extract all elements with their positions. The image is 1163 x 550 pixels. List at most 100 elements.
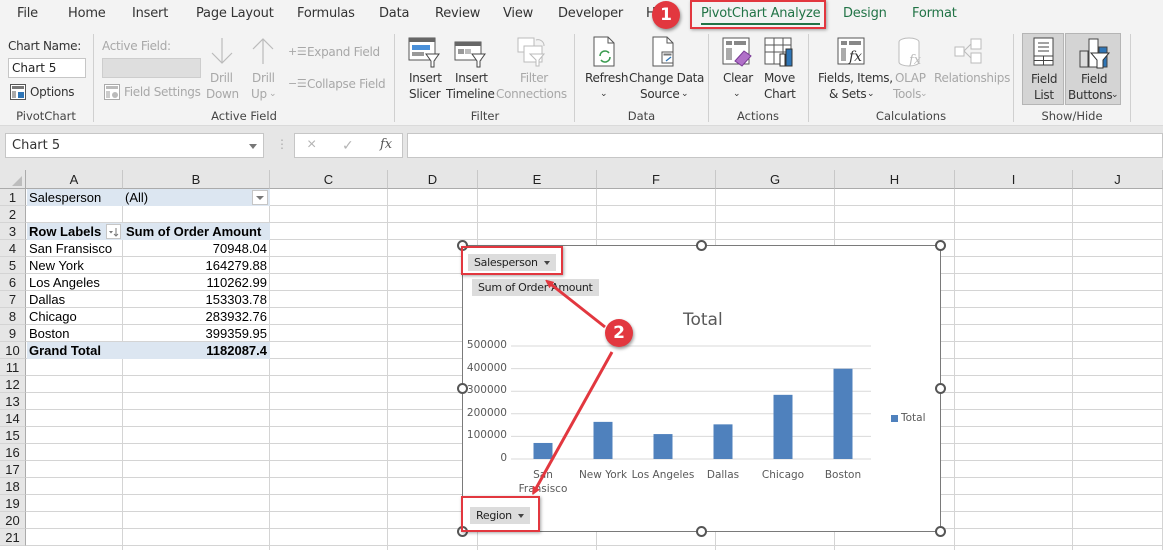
field-list-button[interactable]: Field List [1022, 33, 1064, 105]
column-header-c[interactable]: C [270, 170, 388, 189]
tab-developer[interactable]: Developer [558, 6, 623, 21]
relationships-button[interactable]: Relationships [933, 36, 1010, 102]
chart-legend[interactable]: Total [891, 412, 926, 424]
insert-function-icon[interactable]: fx [380, 137, 392, 152]
pivot-row-value: 153303.78 [205, 292, 267, 307]
cancel-icon[interactable]: × [307, 136, 316, 154]
resize-handle-top[interactable] [696, 240, 707, 251]
row-header-15[interactable]: 15 [0, 427, 26, 444]
tab-home[interactable]: Home [68, 6, 106, 21]
row-header-5[interactable]: 5 [0, 257, 26, 274]
insert-timeline-button[interactable]: Insert Timeline [446, 36, 495, 102]
bar-dallas[interactable] [713, 424, 733, 459]
tab-page-layout[interactable]: Page Layout [196, 6, 274, 21]
column-header-f[interactable]: F [597, 170, 716, 189]
bar-los-angeles[interactable] [653, 434, 673, 459]
active-field-input[interactable] [102, 58, 201, 78]
column-header-d[interactable]: D [388, 170, 478, 189]
row-header-20[interactable]: 20 [0, 512, 26, 529]
change-data-source-button[interactable]: Change Data Source ⌄ [628, 36, 704, 102]
row-header-2[interactable]: 2 [0, 206, 26, 223]
annotation-box-salesperson [461, 246, 563, 275]
column-header-g[interactable]: G [716, 170, 835, 189]
y-tick-label: 500000 [466, 339, 507, 351]
resize-handle-left[interactable] [457, 383, 468, 394]
tab-design[interactable]: Design [843, 6, 887, 21]
row-header-19[interactable]: 19 [0, 495, 26, 512]
name-box-dropdown-icon[interactable] [249, 144, 257, 149]
resize-handle-top-right[interactable] [935, 240, 946, 251]
filter-connections-button[interactable]: Filter Connections [496, 36, 567, 102]
drill-up-button[interactable]: Drill Up ⌄ [246, 36, 280, 102]
column-header-i[interactable]: I [955, 170, 1073, 189]
formula-input[interactable] [407, 133, 1163, 158]
bar-boston[interactable] [833, 368, 853, 459]
gridline-vertical [954, 189, 955, 550]
resize-handle-bottom[interactable] [696, 526, 707, 537]
column-header-a[interactable]: A [26, 170, 123, 189]
tab-file[interactable]: File [17, 6, 38, 21]
row-header-8[interactable]: 8 [0, 308, 26, 325]
pivot-row-label: Chicago [29, 309, 77, 324]
annotation-box-region [461, 496, 540, 532]
field-list-icon [1033, 37, 1054, 66]
y-tick-label: 200000 [466, 406, 507, 419]
pivot-filter-dropdown[interactable] [252, 190, 268, 205]
row-header-12[interactable]: 12 [0, 376, 26, 393]
tab-insert[interactable]: Insert [132, 6, 168, 21]
select-all-button[interactable] [0, 170, 26, 189]
clear-button[interactable]: Clear ⌄ [717, 36, 757, 102]
row-header-4[interactable]: 4 [0, 240, 26, 257]
column-header-b[interactable]: B [123, 170, 270, 189]
pivot-chart[interactable]: Salesperson Sum of Order Amount Total 01… [462, 245, 941, 532]
row-header-3[interactable]: 3 [0, 223, 26, 240]
resize-handle-right[interactable] [935, 383, 946, 394]
y-tick-label: 100000 [466, 429, 507, 442]
expand-field-icon: +☰ [288, 45, 307, 58]
row-header-7[interactable]: 7 [0, 291, 26, 308]
x-tick-label: Boston [824, 469, 862, 481]
row-header-17[interactable]: 17 [0, 461, 26, 478]
column-header-e[interactable]: E [478, 170, 597, 189]
pivot-row-value: 164279.88 [205, 258, 267, 273]
tab-view[interactable]: View [503, 6, 533, 21]
row-header-6[interactable]: 6 [0, 274, 26, 291]
chart-name-input[interactable]: Chart 5 [8, 58, 86, 78]
refresh-button[interactable]: Refresh ⌄ [583, 36, 629, 102]
tab-format[interactable]: Format [912, 6, 957, 21]
active-field-label: Active Field: [102, 39, 171, 53]
column-header-h[interactable]: H [835, 170, 955, 189]
enter-icon[interactable]: ✓ [342, 137, 354, 154]
bar-chicago[interactable] [773, 394, 793, 459]
insert-slicer-button[interactable]: Insert Slicer [405, 36, 443, 102]
row-header-13[interactable]: 13 [0, 393, 26, 410]
olap-tools-button[interactable]: fx OLAP Tools ⌄ [890, 36, 930, 102]
row-labels-filter-button[interactable] [106, 224, 121, 239]
name-box[interactable]: Chart 5 [5, 133, 264, 158]
pivot-filter-value[interactable]: (All) [125, 189, 148, 206]
fields-items-sets-button[interactable]: fx Fields, Items, & Sets ⌄ [815, 36, 893, 102]
row-header-1[interactable]: 1 [0, 189, 26, 206]
bar-san-fransisco[interactable] [533, 442, 553, 459]
row-header-11[interactable]: 11 [0, 359, 26, 376]
group-label-data: Data [627, 109, 656, 123]
move-chart-button[interactable]: Move Chart [760, 36, 800, 102]
formula-bar-grip-icon[interactable]: ⋮ [276, 137, 288, 151]
gridline-vertical [1072, 189, 1073, 550]
row-header-21[interactable]: 21 [0, 529, 26, 546]
field-buttons-button[interactable]: Field Buttons ⌄ [1065, 33, 1121, 105]
column-header-j[interactable]: J [1073, 170, 1163, 189]
svg-text:fx: fx [908, 53, 922, 68]
row-header-10[interactable]: 10 [0, 342, 26, 359]
row-header-16[interactable]: 16 [0, 444, 26, 461]
row-header-9[interactable]: 9 [0, 325, 26, 342]
collapse-field-label: Collapse Field [307, 77, 386, 91]
row-header-18[interactable]: 18 [0, 478, 26, 495]
tab-review[interactable]: Review [435, 6, 480, 21]
bar-new-york[interactable] [593, 421, 613, 459]
drill-down-button[interactable]: Drill Down [204, 36, 240, 102]
resize-handle-bottom-right[interactable] [935, 526, 946, 537]
tab-formulas[interactable]: Formulas [297, 6, 355, 21]
row-header-14[interactable]: 14 [0, 410, 26, 427]
tab-data[interactable]: Data [379, 6, 409, 21]
